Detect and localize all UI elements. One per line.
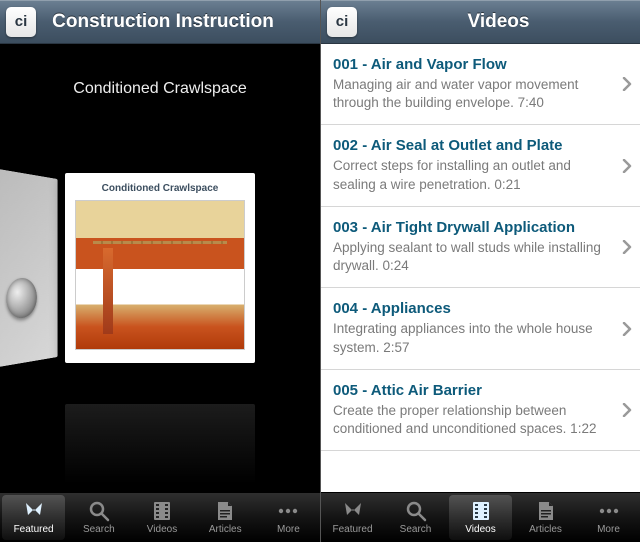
featured-item-title: Conditioned Crawlspace [73,80,246,98]
video-desc: Correct steps for installing an outlet a… [333,157,610,193]
more-icon [275,500,301,522]
video-title: 005 - Attic Air Barrier [333,382,610,399]
video-title: 002 - Air Seal at Outlet and Plate [333,137,610,154]
video-desc: Create the proper relationship between c… [333,402,610,438]
videos-list[interactable]: 001 - Air and Vapor Flow Managing air an… [321,44,640,492]
video-list-item[interactable]: 003 - Air Tight Drywall Application Appl… [321,207,640,288]
navbar: ci Videos [321,0,640,44]
chevron-right-icon [622,322,632,336]
featured-icon [340,500,366,522]
tabbar: Featured Search Videos Articles More [321,492,640,542]
tab-label: Search [83,524,115,535]
card-caption: Conditioned Crawlspace [75,183,245,194]
tab-search[interactable]: Search [67,493,130,542]
navbar-title: Construction Instruction [42,11,314,33]
navbar-title: Videos [363,11,634,33]
videos-icon [468,500,494,522]
articles-icon [212,500,238,522]
tab-featured[interactable]: Featured [321,493,384,542]
chevron-right-icon [622,403,632,417]
search-icon [86,500,112,522]
articles-icon [533,500,559,522]
tab-label: Featured [332,524,372,535]
chevron-right-icon [622,159,632,173]
search-icon [403,500,429,522]
tab-label: Videos [147,524,177,535]
chevron-right-icon [622,240,632,254]
video-list-item[interactable]: 001 - Air and Vapor Flow Managing air an… [321,44,640,125]
phone-featured: ci Construction Instruction Conditioned … [0,0,320,542]
video-list-item[interactable]: 004 - Appliances Integrating appliances … [321,288,640,369]
coverflow-reflection [65,404,255,484]
phone-videos: ci Videos 001 - Air and Vapor Flow Manag… [320,0,640,542]
tab-label: More [277,524,300,535]
coverflow-card-current[interactable]: Conditioned Crawlspace [65,173,255,363]
tab-label: More [597,524,620,535]
video-desc: Managing air and water vapor movement th… [333,76,610,112]
tab-label: Videos [465,524,495,535]
tabbar: Featured Search Videos Articles More [0,492,320,542]
chevron-right-icon [622,77,632,91]
navbar: ci Construction Instruction [0,0,320,44]
tab-videos[interactable]: Videos [449,495,512,540]
tab-articles[interactable]: Articles [514,493,577,542]
featured-content: Conditioned Crawlspace Conditioned Crawl… [0,44,320,492]
tab-more[interactable]: More [257,493,320,542]
coverflow-card-prev[interactable] [0,166,58,370]
app-logo: ci [327,7,357,37]
video-list-item[interactable]: 005 - Attic Air Barrier Create the prope… [321,370,640,451]
tab-label: Articles [209,524,242,535]
tab-featured[interactable]: Featured [2,495,65,540]
tab-more[interactable]: More [577,493,640,542]
tab-label: Featured [14,524,54,535]
tab-label: Articles [529,524,562,535]
video-desc: Integrating appliances into the whole ho… [333,320,610,356]
tab-videos[interactable]: Videos [130,493,193,542]
video-desc: Applying sealant to wall studs while ins… [333,239,610,275]
coverflow[interactable]: Conditioned Crawlspace [0,158,320,378]
tab-label: Search [400,524,432,535]
more-icon [596,500,622,522]
card-illustration [75,200,245,350]
video-title: 004 - Appliances [333,300,610,317]
featured-icon [21,500,47,522]
video-title: 003 - Air Tight Drywall Application [333,219,610,236]
app-logo: ci [6,7,36,37]
tab-search[interactable]: Search [384,493,447,542]
video-list-item[interactable]: 002 - Air Seal at Outlet and Plate Corre… [321,125,640,206]
tab-articles[interactable]: Articles [194,493,257,542]
videos-icon [149,500,175,522]
video-title: 001 - Air and Vapor Flow [333,56,610,73]
